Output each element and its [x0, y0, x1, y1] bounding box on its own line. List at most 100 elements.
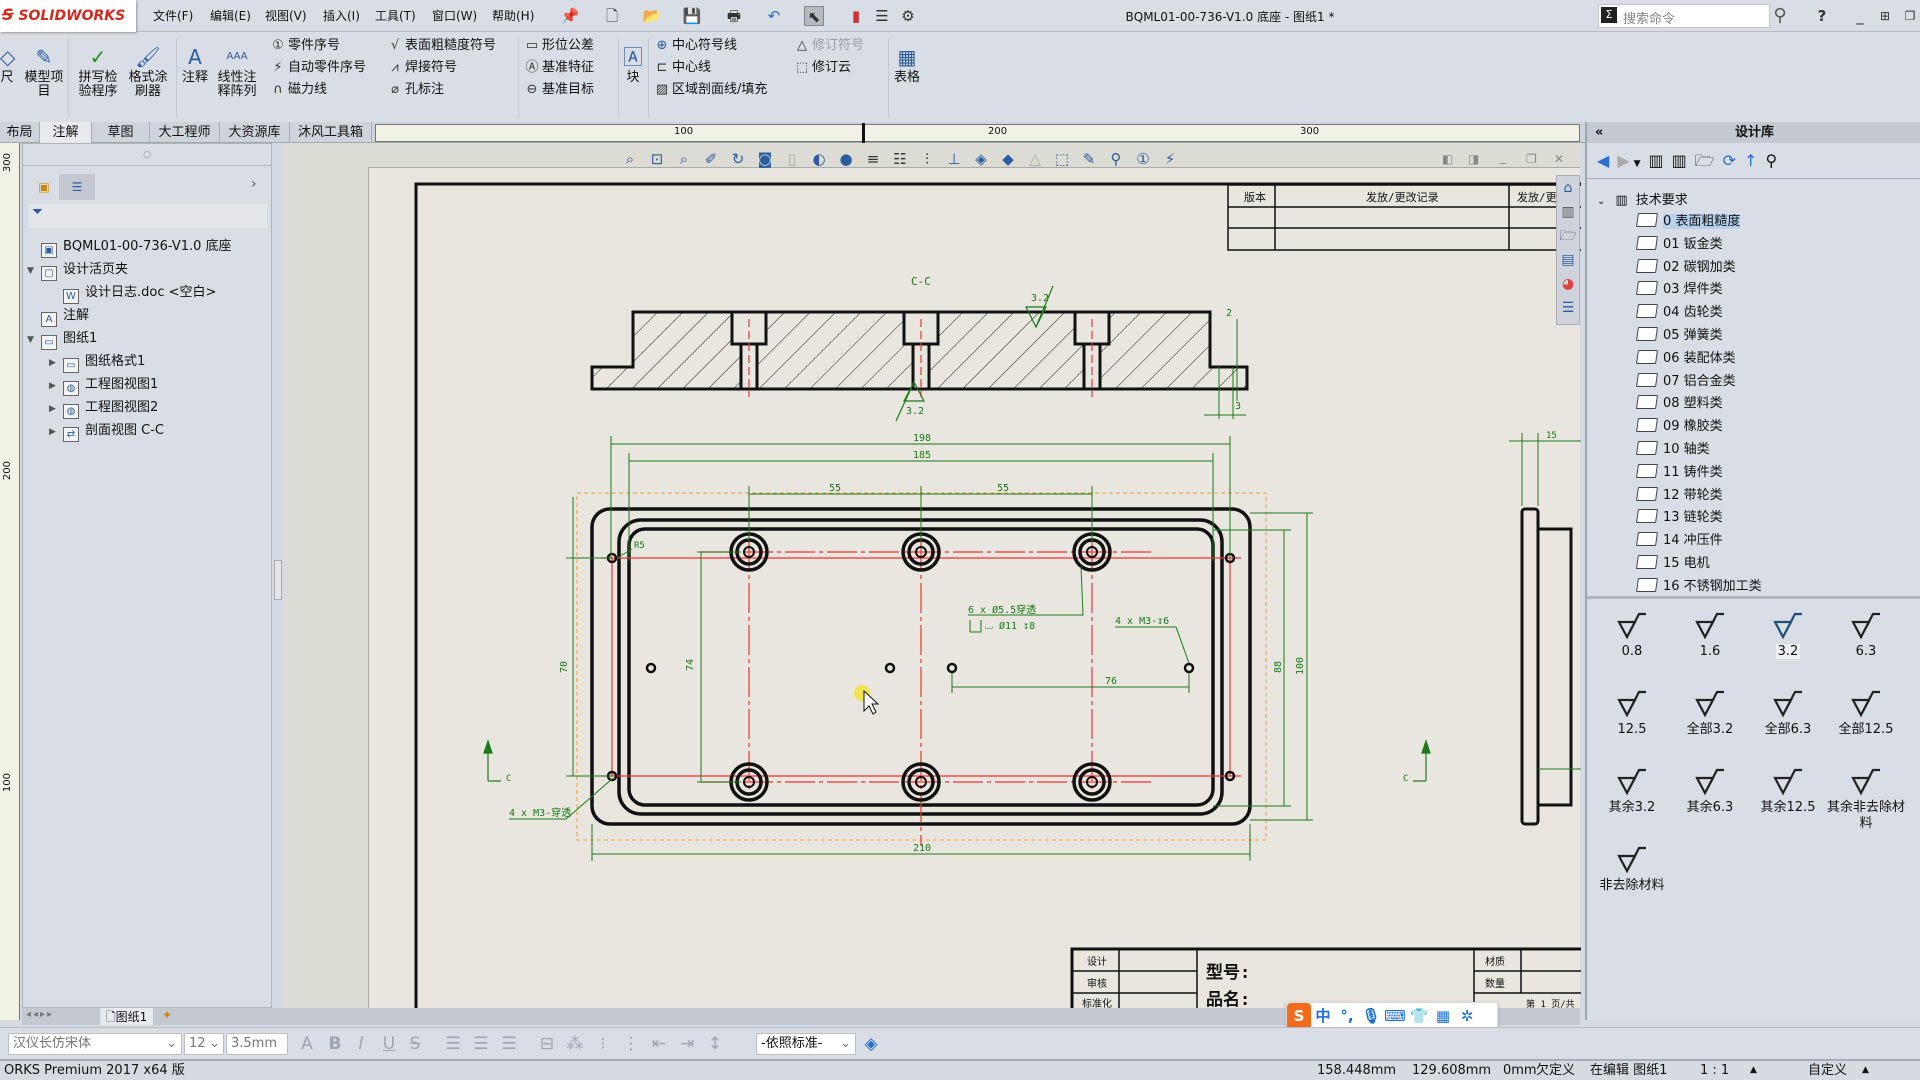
- menu-window[interactable]: 窗口(W): [432, 7, 477, 24]
- doc-minimize-icon[interactable]: _: [1500, 150, 1506, 164]
- table-button[interactable]: ▦ 表格: [892, 46, 922, 85]
- edit-appearance-icon[interactable]: ◈: [971, 150, 991, 168]
- search-icon[interactable]: ⚲: [1770, 6, 1790, 26]
- tree-item[interactable]: W 设计日志.doc <空白>: [49, 282, 216, 304]
- tree-item[interactable]: ▼ ▭ 图纸1: [27, 328, 97, 350]
- roughness-symbol[interactable]: 其余非去除材料: [1827, 766, 1905, 832]
- stack-icon[interactable]: ⁂: [564, 1034, 586, 1054]
- sheet-scale[interactable]: 1 : 1: [1700, 1061, 1729, 1080]
- layer-properties-icon[interactable]: ◈: [860, 1034, 882, 1054]
- fit-text-icon[interactable]: ⊟: [536, 1034, 558, 1054]
- ime-mode[interactable]: 中: [1311, 1003, 1335, 1030]
- revision-cloud-button[interactable]: ⬚ 修订云: [792, 57, 864, 79]
- magnetic-line-button[interactable]: ∩ 磁力线: [268, 79, 366, 101]
- doc-close-icon[interactable]: ✕: [1554, 152, 1564, 166]
- expand-toggle-icon[interactable]: ▼: [27, 260, 41, 282]
- note-button[interactable]: A 注释: [180, 46, 210, 85]
- hole-callout-6x[interactable]: 6 x Ø5.5穿透: [968, 603, 1036, 616]
- history-dropdown-icon[interactable]: ▼: [1634, 159, 1641, 169]
- library-folder[interactable]: 09 橡胶类: [1636, 416, 1723, 438]
- file-properties-icon[interactable]: ☰: [872, 6, 892, 26]
- line-font-icon[interactable]: ⫶: [917, 150, 937, 168]
- select-arrow-icon[interactable]: ⬉: [804, 6, 824, 26]
- rebuild-view-icon[interactable]: ↻: [728, 150, 748, 168]
- roughness-symbol[interactable]: 0.8: [1593, 610, 1671, 660]
- surface-finish-button[interactable]: √ 表面粗糙度符号: [385, 35, 496, 57]
- forward-icon[interactable]: ▶: [1617, 151, 1629, 170]
- undo-icon[interactable]: ↶: [764, 6, 784, 26]
- library-folder[interactable]: 08 塑料类: [1636, 393, 1723, 415]
- roughness-symbol[interactable]: 其余12.5: [1749, 766, 1827, 816]
- hide-show-icon[interactable]: ◐: [809, 150, 829, 168]
- menu-view[interactable]: 视图(V): [265, 7, 307, 24]
- library-folder[interactable]: 14 冲压件: [1636, 530, 1723, 552]
- tapped-hole[interactable]: [1183, 662, 1195, 674]
- side-view[interactable]: [1520, 507, 1573, 826]
- revision-symbol-button[interactable]: △ 修订符号: [792, 35, 864, 57]
- back-icon[interactable]: ◀: [1597, 151, 1609, 170]
- format-painter-button[interactable]: 🖌 格式涂刷器: [126, 46, 170, 99]
- hole-callout-counterbore[interactable]: ⌴ Ø11 ↧8: [985, 620, 1035, 632]
- tree-item[interactable]: ▶ ◍ 工程图视图2: [49, 397, 158, 419]
- library-folder[interactable]: 04 齿轮类: [1636, 302, 1723, 324]
- minimize-button[interactable]: _: [1850, 6, 1870, 26]
- bold-icon[interactable]: B: [324, 1034, 346, 1054]
- design-library-tab-icon[interactable]: ▥: [1557, 200, 1579, 224]
- standard-select[interactable]: -依照标准- ⌄: [756, 1033, 856, 1055]
- numbering-icon[interactable]: ⋮: [620, 1034, 642, 1054]
- library-folder[interactable]: 05 弹簧类: [1636, 325, 1723, 347]
- text-color-icon[interactable]: A: [296, 1034, 318, 1054]
- view-palette-tab-icon[interactable]: ▤: [1557, 248, 1579, 272]
- appearances-tab-icon[interactable]: ◕: [1557, 272, 1579, 296]
- tab-mufeng-toolbox[interactable]: 沐风工具箱: [290, 122, 372, 143]
- auto-balloon-button[interactable]: ⚡ 自动零件序号: [268, 57, 366, 79]
- panel-grip[interactable]: ○: [23, 144, 271, 166]
- sogou-logo-icon[interactable]: S: [1287, 1003, 1311, 1030]
- smart-dimension-button[interactable]: ◇ 尺: [0, 46, 15, 85]
- roughness-symbol[interactable]: 3.2: [1749, 610, 1827, 660]
- weld-symbol-button[interactable]: ⩘ 焊接符号: [385, 57, 496, 79]
- skin-icon[interactable]: 👕: [1407, 1003, 1431, 1030]
- rebuild-icon[interactable]: ▮: [846, 6, 866, 26]
- bullets-icon[interactable]: ⁝: [592, 1034, 614, 1054]
- open-icon[interactable]: 📂: [642, 6, 662, 26]
- add-file-location-icon[interactable]: ▥: [1672, 151, 1687, 170]
- library-folder[interactable]: 07 铝合金类: [1636, 371, 1736, 393]
- menu-file[interactable]: 文件(F): [153, 7, 193, 24]
- up-one-level-icon[interactable]: ↑: [1744, 151, 1757, 170]
- balloon-icon[interactable]: ①: [1133, 150, 1153, 168]
- roughness-symbol[interactable]: 1.6: [1671, 610, 1749, 660]
- tree-item[interactable]: ▶ ⇄ 剖面视图 C-C: [49, 420, 164, 442]
- roughness-symbol[interactable]: 非去除材料: [1593, 844, 1671, 894]
- library-folder[interactable]: 06 装配体类: [1636, 348, 1736, 370]
- help-button[interactable]: ?: [1812, 6, 1832, 26]
- expand-toggle-icon[interactable]: ▶: [49, 375, 63, 397]
- font-size-select[interactable]: 12 ⌄: [184, 1033, 224, 1055]
- menu-edit[interactable]: 编辑(E): [210, 7, 251, 24]
- tree-item[interactable]: ▶ ◍ 工程图视图1: [49, 374, 158, 396]
- tree-item[interactable]: ▼ ▢ 设计活页夹: [27, 259, 128, 281]
- file-explorer-tab-icon[interactable]: 🗁: [1557, 224, 1579, 248]
- restore-button[interactable]: ❐: [1900, 6, 1920, 26]
- search-commands-input[interactable]: Σ 搜索命令: [1598, 4, 1770, 28]
- roughness-symbol[interactable]: 12.5: [1593, 688, 1671, 738]
- keyboard-icon[interactable]: ⌨: [1383, 1003, 1407, 1030]
- library-folder[interactable]: 02 碳钢加类: [1636, 257, 1736, 279]
- stacked-balloon-icon[interactable]: ⚲: [1106, 150, 1126, 168]
- roughness-symbol[interactable]: 6.3: [1827, 610, 1905, 660]
- library-folder[interactable]: 10 轴类: [1636, 439, 1710, 461]
- tapped-hole[interactable]: [946, 662, 958, 674]
- underline-icon[interactable]: U: [378, 1034, 400, 1054]
- zoom-to-fit-icon[interactable]: ⌕: [620, 150, 640, 168]
- library-folder[interactable]: 13 链轮类: [1636, 507, 1723, 529]
- property-manager-tab-icon[interactable]: ☰: [59, 174, 95, 200]
- menu-tools[interactable]: 工具(T): [375, 7, 416, 24]
- library-folder[interactable]: 15 电机: [1636, 553, 1710, 575]
- sheet-nav-arrows-icon[interactable]: ◂◂▸▸: [26, 1009, 54, 1020]
- layer-icon[interactable]: ⊥: [944, 150, 964, 168]
- auto-balloon-icon[interactable]: ⚡: [1160, 150, 1180, 168]
- tree-item[interactable]: A 注解: [27, 305, 89, 327]
- panel-splitter-handle[interactable]: [274, 560, 282, 600]
- line-spacing-icon[interactable]: ↕: [704, 1034, 726, 1054]
- menu-insert[interactable]: 插入(I): [323, 7, 360, 24]
